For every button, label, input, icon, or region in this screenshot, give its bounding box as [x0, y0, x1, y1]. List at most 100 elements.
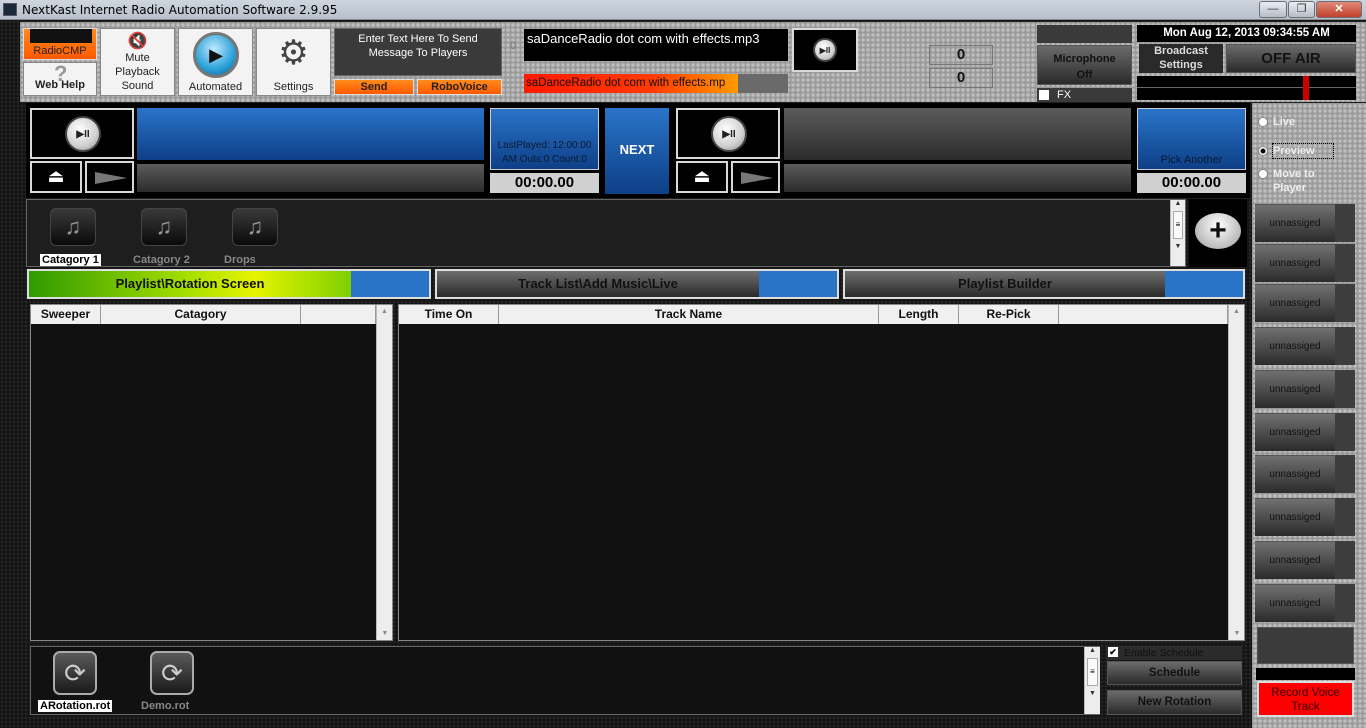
broadcast-settings-button[interactable]: Broadcast Settings [1139, 44, 1223, 73]
player1-info: LastPlayed: 12:00:00 AM Outs:0 Count:0 [490, 108, 599, 170]
column-header-time-on[interactable]: Time On [399, 305, 499, 324]
cart-slot-side[interactable] [1335, 370, 1355, 408]
track-table: Time On Track Name Length Re-Pick ▲ ▼ [398, 304, 1245, 641]
cart-slot-side[interactable] [1335, 204, 1355, 242]
cart-slot[interactable]: unnassiged [1255, 327, 1355, 365]
on-air-status[interactable]: OFF AIR [1226, 44, 1356, 73]
record-voice-track-button[interactable]: Record Voice Track [1257, 681, 1354, 717]
cart-slot[interactable]: unnassiged [1255, 455, 1355, 493]
schedule-button[interactable]: Schedule [1107, 661, 1242, 685]
scroll-thumb[interactable]: ≡ [1087, 658, 1098, 686]
web-help-button[interactable]: ? Web Help [23, 61, 97, 96]
cart-slot[interactable]: unnassiged [1255, 584, 1355, 622]
column-header-blank[interactable] [301, 305, 376, 324]
scroll-thumb[interactable]: ≡ [1173, 211, 1183, 239]
record-status-strip [1256, 668, 1355, 680]
message-input[interactable]: Enter Text Here To Send Message To Playe… [334, 28, 502, 76]
minimize-button[interactable]: — [1259, 1, 1287, 18]
automated-button[interactable]: ▶ Automated [178, 28, 253, 96]
gear-icon: ⚙ [278, 34, 309, 72]
cart-slot[interactable]: unnassiged [1255, 370, 1355, 408]
cart-slot-side[interactable] [1335, 498, 1355, 536]
tab-1[interactable]: Track List\Add Music\Live [435, 269, 839, 299]
tab-0[interactable]: Playlist\Rotation Screen [27, 269, 431, 299]
column-header-catagory[interactable]: Catagory [101, 305, 301, 324]
player1-cue-button[interactable] [85, 161, 134, 193]
player1-progress[interactable] [137, 164, 484, 192]
radiocmp-button[interactable]: RadioCMP [23, 28, 97, 60]
track-scrollbar[interactable]: ▲ ▼ [1228, 305, 1244, 640]
mute-playback-button[interactable]: 🔇 Mute Playback Sound [100, 28, 175, 96]
next-button[interactable]: NEXT [605, 108, 669, 194]
cart-slot[interactable]: unnassiged [1255, 541, 1355, 579]
small-counter: 0 [510, 40, 517, 52]
fx-checkbox[interactable] [1039, 90, 1049, 100]
player1-play-button[interactable]: ▶II [30, 108, 134, 159]
cart-slot[interactable]: unnassiged [1255, 284, 1355, 322]
cart-slot[interactable]: unnassiged [1255, 413, 1355, 451]
cart-slot-side[interactable] [1335, 244, 1355, 282]
preview-play-button[interactable]: ▶II [792, 28, 858, 72]
robovoice-button[interactable]: RoboVoice [417, 79, 502, 95]
mode-option-label: Preview [1272, 143, 1334, 159]
column-header-re-pick[interactable]: Re-Pick [959, 305, 1059, 324]
play-pause-icon: ▶II [813, 38, 837, 62]
cart-slot-side[interactable] [1335, 413, 1355, 451]
send-button[interactable]: Send [334, 79, 414, 95]
enable-schedule-toggle[interactable]: ✔ Enable Schedule [1106, 646, 1242, 660]
category-item[interactable]: ♫ Catagory 2 [131, 206, 195, 266]
column-header-sweeper[interactable]: Sweeper [31, 305, 101, 324]
cart-slot[interactable]: unnassiged [1255, 244, 1355, 282]
radio-button[interactable] [1258, 117, 1268, 127]
play-pause-icon: ▶II [711, 116, 747, 152]
cart-slot-side[interactable] [1335, 327, 1355, 365]
rotation-scrollbar[interactable]: ▲ ≡ ▼ [1084, 647, 1100, 714]
radiocmp-label: RadioCMP [33, 45, 87, 57]
column-header-track-name[interactable]: Track Name [499, 305, 879, 324]
play-pause-icon: ▶II [65, 116, 101, 152]
mode-option-move-to-player[interactable]: Move to Player [1257, 166, 1352, 196]
mode-option-live[interactable]: Live [1257, 114, 1352, 132]
player2-play-button[interactable]: ▶II [676, 108, 780, 159]
tab-label: Track List\Add Music\Live [437, 271, 759, 297]
player1-eject-button[interactable]: ⏏ [30, 161, 82, 193]
cart-slot-label: unnassiged [1255, 584, 1335, 622]
new-rotation-button[interactable]: New Rotation [1107, 690, 1242, 715]
fx-toggle[interactable]: FX [1037, 88, 1132, 102]
window-title: NextKast Internet Radio Automation Softw… [22, 3, 338, 17]
radio-button[interactable] [1258, 146, 1268, 156]
cart-slot-side[interactable] [1335, 584, 1355, 622]
now-playing-ticker: saDanceRadio dot com with effects.mp [524, 74, 788, 93]
player2-progress[interactable] [784, 164, 1131, 192]
mode-option-label: Live [1273, 116, 1296, 128]
player2-eject-button[interactable]: ⏏ [676, 161, 728, 193]
sweeper-scrollbar[interactable]: ▲ ▼ [376, 305, 392, 640]
cart-slot[interactable]: unnassiged [1255, 498, 1355, 536]
settings-button[interactable]: ⚙ Settings [256, 28, 331, 96]
column-header-length[interactable]: Length [879, 305, 959, 324]
category-scrollbar[interactable]: ▲ ≡ ▼ [1170, 200, 1185, 266]
player2-cue-button[interactable] [731, 161, 780, 193]
rotation-item[interactable]: ⟳ Demo.rot [135, 650, 215, 714]
pick-another-button[interactable]: Pick Another [1137, 108, 1246, 170]
mode-option-preview[interactable]: Preview [1257, 143, 1352, 161]
microphone-button[interactable]: Microphone Off [1037, 45, 1132, 85]
radio-button[interactable] [1258, 169, 1268, 179]
close-button[interactable]: ✕ [1316, 1, 1362, 18]
cart-slot-side[interactable] [1335, 541, 1355, 579]
cart-slot-side[interactable] [1335, 284, 1355, 322]
category-item[interactable]: ♫ Catagory 1 [40, 206, 104, 266]
category-strip [26, 199, 1186, 267]
enable-schedule-checkbox[interactable]: ✔ [1108, 647, 1118, 657]
cart-slot-label: unnassiged [1255, 455, 1335, 493]
tab-2[interactable]: Playlist Builder [843, 269, 1245, 299]
cart-slot[interactable]: unnassiged [1255, 204, 1355, 242]
column-header-blank[interactable] [1059, 305, 1228, 324]
category-item[interactable]: ♫ Drops [222, 206, 286, 266]
add-category-button[interactable]: + [1189, 199, 1247, 267]
restore-button[interactable]: ❐ [1288, 1, 1315, 18]
cart-slot-side[interactable] [1335, 455, 1355, 493]
rotation-item[interactable]: ⟳ ARotation.rot [38, 650, 118, 714]
clock: Mon Aug 12, 2013 09:34:55 AM [1137, 25, 1356, 42]
level-meter [1137, 76, 1356, 100]
